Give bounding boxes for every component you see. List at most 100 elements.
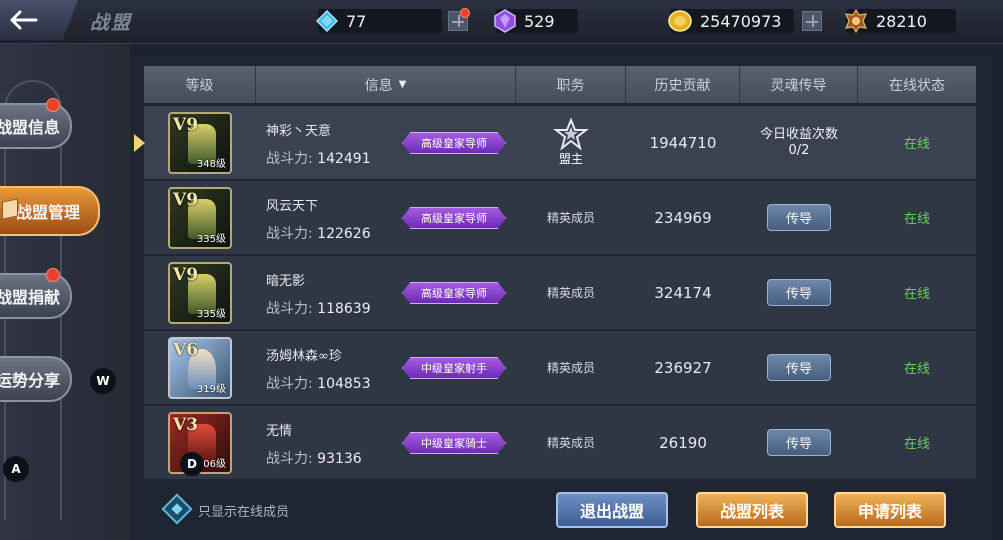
level-label: 335级: [196, 308, 226, 320]
contribution-value: 26190: [659, 433, 707, 452]
top-bar: 战盟 77 529 25470973 28210: [0, 0, 1003, 44]
page-title: 战盟: [90, 12, 133, 34]
table-row[interactable]: V9 348级 神彩丶天意 战斗力: 142491 高级皇家导师 盟主 1944…: [134, 106, 976, 179]
role-cell: 盟主: [516, 106, 626, 179]
info-cell: 汤姆林森∞珍 战斗力: 104853 中级皇家射手: [256, 331, 516, 404]
title-badge: 中级皇家射手: [402, 357, 506, 379]
role-label: 精英成员: [546, 436, 595, 450]
table-row[interactable]: V6 319级 汤姆林森∞珍 战斗力: 104853 中级皇家射手 精英成员 2…: [144, 331, 976, 404]
transfer-button[interactable]: 传导: [767, 354, 831, 381]
sidebar-item-alliance-donate[interactable]: 战盟捐献: [0, 273, 72, 319]
table-row[interactable]: V9 335级 暗无影 战斗力: 118639 高级皇家导师 精英成员 3241…: [144, 256, 976, 329]
table-row[interactable]: V9 335级 风云天下 战斗力: 122626 高级皇家导师 精英成员 234…: [144, 181, 976, 254]
role-label: 精英成员: [546, 361, 595, 375]
power-text: 战斗力: 122626: [266, 226, 371, 242]
header-level[interactable]: 等级: [144, 66, 256, 103]
header-status[interactable]: 在线状态: [858, 66, 976, 103]
rank-counter: 28210: [844, 8, 927, 34]
level-cell: V9 335级: [144, 181, 256, 254]
level-cell: V6 319级: [144, 331, 256, 404]
transfer-button[interactable]: 传导: [767, 204, 831, 231]
level-label: 348级: [196, 158, 226, 170]
contribution-value: 236927: [654, 358, 712, 377]
diamond-counter: 77: [316, 8, 366, 34]
info-cell: 风云天下 战斗力: 122626 高级皇家导师: [256, 181, 516, 254]
notification-dot: [46, 98, 60, 112]
table-row[interactable]: V3 306级 无情 战斗力: 93136 中级皇家骑士 精英成员 26190 …: [144, 406, 976, 479]
vip-badge: V9: [173, 264, 199, 285]
member-name: 神彩丶天意: [266, 124, 332, 139]
status-online: 在线: [903, 437, 930, 452]
power-text: 战斗力: 93136: [266, 451, 362, 467]
crystal-counter: 529: [494, 8, 555, 34]
info-cell: 暗无影 战斗力: 118639 高级皇家导师: [256, 256, 516, 329]
overlay-tag-a: A: [3, 456, 29, 482]
vip-badge: V3: [173, 414, 199, 435]
header-info[interactable]: 信息 ▼: [256, 66, 516, 103]
soul-cell: 传导: [740, 331, 858, 404]
header-soul[interactable]: 灵魂传导: [740, 66, 858, 103]
member-name: 汤姆林森∞珍: [266, 349, 342, 364]
back-button[interactable]: [0, 0, 78, 40]
status-online: 在线: [903, 137, 930, 152]
title-badge: 中级皇家骑士: [402, 432, 506, 454]
power-text: 战斗力: 118639: [266, 301, 371, 317]
diamond-icon: [316, 10, 338, 32]
sidebar-item-fortune-share[interactable]: 运势分享: [0, 356, 72, 402]
role-label: 精英成员: [546, 211, 595, 225]
avatar[interactable]: V6 319级: [168, 336, 232, 399]
alliance-list-button[interactable]: 战盟列表: [696, 492, 808, 528]
status-online: 在线: [903, 212, 930, 227]
rank-emblem-icon: [845, 9, 867, 33]
vip-badge: V9: [173, 114, 199, 135]
crystal-icon: [494, 9, 516, 33]
apply-list-button[interactable]: 申请列表: [834, 492, 946, 528]
overlay-tag-d: D: [180, 452, 204, 476]
contribution-value: 324174: [654, 283, 712, 302]
level-cell: V9 335级: [144, 256, 256, 329]
leader-crown-icon: [553, 118, 589, 151]
soul-cell: 传导: [740, 256, 858, 329]
back-arrow-icon: [10, 10, 38, 30]
add-gold-button[interactable]: [802, 11, 822, 31]
status-online: 在线: [903, 362, 930, 377]
header-contribution[interactable]: 历史贡献: [626, 66, 740, 103]
gold-coin-icon: [668, 10, 692, 32]
role-label: 盟主: [558, 152, 583, 166]
gold-counter: 25470973: [668, 8, 781, 34]
avatar[interactable]: V9 348级: [168, 111, 232, 174]
avatar[interactable]: V9 335级: [168, 186, 232, 249]
info-cell: 神彩丶天意 战斗力: 142491 高级皇家导师: [256, 106, 516, 179]
online-only-label: 只显示在线成员: [198, 505, 290, 520]
online-only-checkbox[interactable]: [161, 493, 193, 525]
sidebar-item-alliance-info[interactable]: 战盟信息: [0, 103, 72, 149]
notification-dot: [460, 8, 470, 18]
book-icon: [2, 198, 18, 220]
soul-info: 今日收益次数 0/2: [759, 126, 838, 158]
member-panel: 等级 信息 ▼ 职务 历史贡献 灵魂传导 在线状态 V9 348级 神彩丶天意 …: [130, 56, 992, 540]
vip-badge: V6: [173, 339, 199, 360]
contribution-value: 1944710: [649, 133, 717, 152]
chevron-down-icon: ▼: [398, 79, 407, 90]
soul-cell: 传导: [740, 181, 858, 254]
contribution-value: 234969: [654, 208, 712, 227]
soul-cell: 传导: [740, 406, 858, 479]
avatar[interactable]: V9 335级: [168, 261, 232, 324]
status-online: 在线: [903, 287, 930, 302]
title-badge: 高级皇家导师: [402, 282, 506, 304]
overlay-tag-w: W: [90, 368, 116, 394]
transfer-button[interactable]: 传导: [767, 429, 831, 456]
table-header: 等级 信息 ▼ 职务 历史贡献 灵魂传导 在线状态: [144, 66, 976, 103]
leave-alliance-button[interactable]: 退出战盟: [556, 492, 668, 528]
notification-dot: [46, 268, 60, 282]
member-name: 无情: [266, 424, 293, 439]
header-role[interactable]: 职务: [516, 66, 626, 103]
title-badge: 高级皇家导师: [402, 132, 506, 154]
sidebar-item-alliance-management[interactable]: 战盟管理: [0, 186, 100, 236]
vip-badge: V9: [173, 189, 199, 210]
selected-marker-icon: [134, 134, 145, 152]
level-label: 319级: [196, 383, 226, 395]
transfer-button[interactable]: 传导: [767, 279, 831, 306]
level-label: 335级: [196, 233, 226, 245]
info-cell: 无情 战斗力: 93136 中级皇家骑士: [256, 406, 516, 479]
